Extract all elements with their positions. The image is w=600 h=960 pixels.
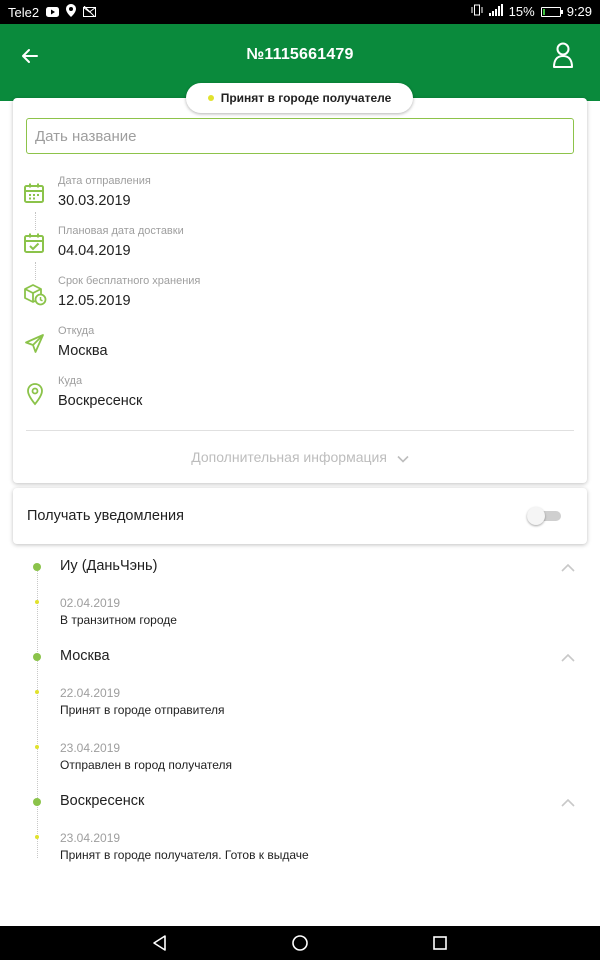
additional-info-label: Дополнительная информация [191,449,387,465]
detail-value: 04.04.2019 [58,243,131,259]
clock: 9:29 [566,4,592,19]
event-date: 23.04.2019 [60,831,121,845]
youtube-icon [46,5,60,20]
timeline-event: 23.04.2019 Принят в городе получателя. Г… [30,831,530,871]
timeline-event: 23.04.2019 Отправлен в город получателя [30,741,530,781]
detail-value: Москва [58,343,108,359]
event-status: Принят в городе отправителя [60,703,225,717]
shipment-name-input[interactable] [26,118,574,154]
user-icon[interactable] [552,41,574,69]
recents-square-icon[interactable] [431,934,449,952]
city-dot-icon [33,798,41,806]
location-pin-icon [22,381,48,407]
carrier-label: Tele2 [8,4,40,20]
detail-value: 12.05.2019 [58,293,131,309]
city-name: Воскресенск [60,793,145,809]
notifications-card: Получать уведомления [13,488,587,544]
timeline-event: 02.04.2019 В транзитном городе [30,596,530,636]
additional-info-toggle[interactable]: Дополнительная информация [0,449,600,466]
event-dot-icon [35,690,39,694]
event-dot-icon [35,745,39,749]
status-badge-label: Принят в городе получателе [220,91,392,105]
event-dot-icon [35,600,39,604]
detail-origin: Откуда Москва [22,325,522,369]
city-name: Москва [60,648,110,664]
battery-fill [542,8,545,15]
vibrate-icon [471,4,483,19]
toggle-thumb [527,507,545,525]
send-icon [22,331,48,357]
detail-label: Куда [58,375,83,387]
divider [26,430,574,431]
back-triangle-icon[interactable] [151,934,169,952]
detail-destination: Куда Воскресенск [22,375,522,419]
mail-muted-icon [83,5,97,20]
event-status: В транзитном городе [60,613,177,627]
notifications-label: Получать уведомления [27,508,184,524]
event-date: 23.04.2019 [60,741,121,755]
chevron-up-icon[interactable] [561,795,575,807]
detail-label: Дата отправления [58,175,151,187]
timeline-city[interactable]: Москва [30,648,575,670]
detail-value: Воскресенск [58,393,143,409]
battery-percent: 15% [508,4,535,19]
event-status: Принят в городе получателя. Готов к выда… [60,848,309,862]
city-name: Иу (ДаньЧэнь) [60,558,158,574]
status-badge: Принят в городе получателе [186,83,413,113]
timeline-event: 22.04.2019 Принят в городе отправителя [30,686,530,726]
chevron-down-icon [397,450,409,466]
detail-label: Срок бесплатного хранения [58,275,201,287]
location-icon [66,4,77,20]
city-dot-icon [33,563,41,571]
notifications-toggle[interactable] [527,507,561,525]
event-date: 02.04.2019 [60,596,121,610]
box-clock-icon [22,281,48,307]
chevron-up-icon[interactable] [561,560,575,572]
timeline-city[interactable]: Воскресенск [30,793,575,815]
home-circle-icon[interactable] [291,934,309,952]
city-dot-icon [33,653,41,661]
calendar-icon [22,181,48,207]
detail-label: Откуда [58,325,95,337]
event-status: Отправлен в город получателя [60,758,233,772]
status-dot-icon [207,95,214,101]
detail-send-date: Дата отправления 30.03.2019 [22,175,522,219]
detail-label: Плановая дата доставки [58,225,184,237]
event-dot-icon [35,835,39,839]
status-bar: Tele2 15% 9:29 [0,0,600,24]
detail-value: 30.03.2019 [58,193,131,209]
chevron-up-icon[interactable] [561,650,575,662]
battery-icon [540,6,563,17]
tracking-number-title: №1115661479 [246,46,354,63]
calendar-check-icon [22,231,48,257]
system-nav-bar [0,926,600,960]
signal-icon [488,4,503,19]
event-date: 22.04.2019 [60,686,121,700]
timeline-city[interactable]: Иу (ДаньЧэнь) [30,558,575,580]
detail-planned-delivery: Плановая дата доставки 04.04.2019 [22,225,522,269]
detail-free-storage: Срок бесплатного хранения 12.05.2019 [22,275,522,319]
